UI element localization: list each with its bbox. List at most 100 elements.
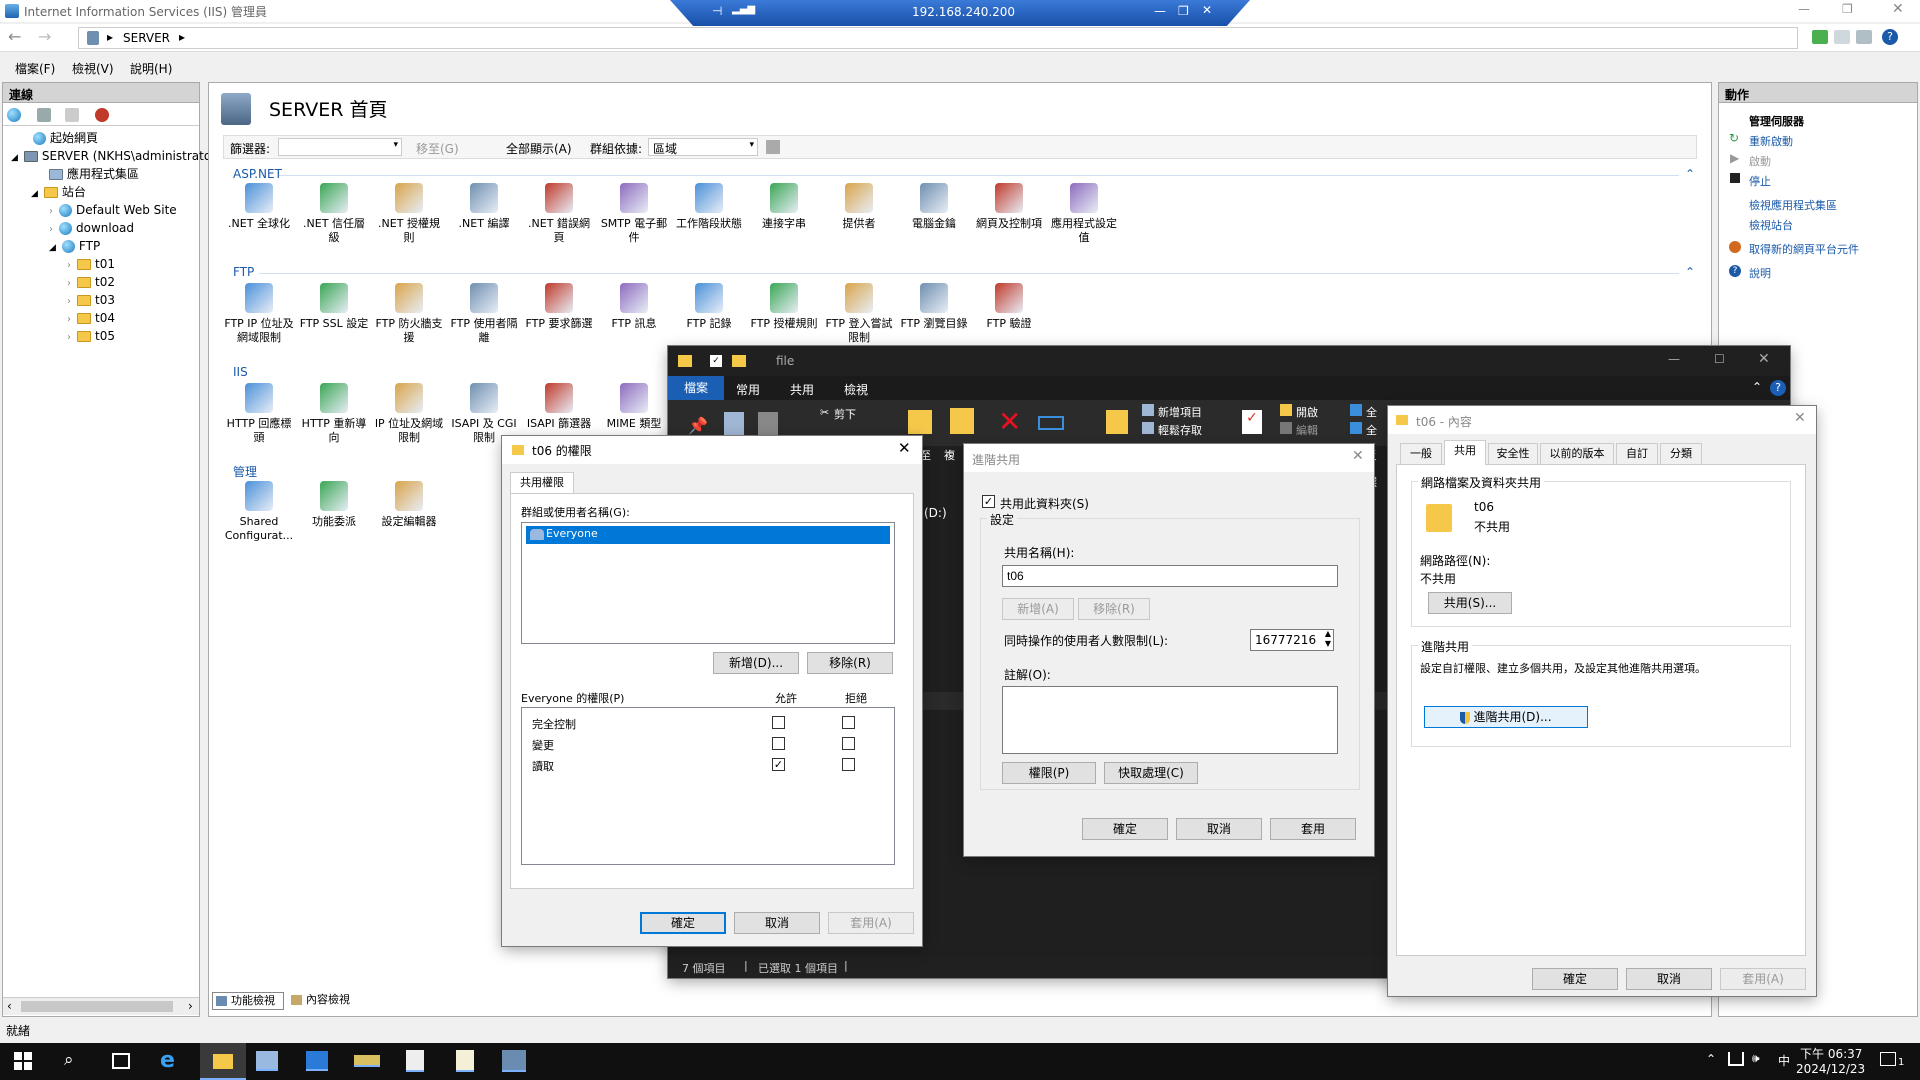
dropdown-arrow-icon[interactable]: ▾	[393, 140, 398, 150]
explorer-minimize[interactable]: —	[1668, 352, 1680, 366]
volume-icon[interactable]: 🕪	[1752, 1051, 1760, 1066]
rdp-minimize-button[interactable]: —	[1154, 4, 1166, 18]
feature-item[interactable]: HTTP 重新導向	[298, 383, 370, 445]
address-field[interactable]: ▸ SERVER ▸	[78, 27, 1798, 49]
notification-icon[interactable]	[1880, 1052, 1896, 1066]
feature-item[interactable]: SMTP 電子郵件	[598, 183, 670, 245]
perm-deny-checkbox[interactable]	[842, 716, 855, 729]
expand-icon[interactable]: ›	[67, 296, 71, 307]
comment-textarea[interactable]	[1002, 686, 1338, 754]
props-ok-button[interactable]: 確定	[1532, 968, 1618, 990]
menu-help[interactable]: 說明(H)	[130, 60, 172, 77]
perm-allow-checkbox[interactable]: ✓	[772, 758, 785, 771]
pin-icon[interactable]: 📌	[688, 416, 708, 435]
feature-item[interactable]: 網頁及控制項	[973, 183, 1045, 231]
feature-item[interactable]: FTP 登入嘗試限制	[823, 283, 895, 345]
feature-item[interactable]: IP 位址及網域限制	[373, 383, 445, 445]
feature-item[interactable]: 提供者	[823, 183, 895, 231]
share-folder-label[interactable]: 共用此資料夾(S)	[1000, 495, 1089, 512]
rdp-close-button[interactable]: ✕	[1202, 3, 1212, 17]
props-cancel-button[interactable]: 取消	[1626, 968, 1712, 990]
ribbon-collapse-icon[interactable]: ⌃	[1752, 380, 1762, 394]
explorer-taskbar-icon[interactable]	[200, 1043, 246, 1080]
menu-file[interactable]: 檔案(F)	[15, 60, 55, 77]
limit-stepper[interactable]: 16777216 ▲ ▼	[1250, 629, 1334, 651]
tree-ftp[interactable]: ◢ FTP	[49, 237, 100, 255]
scroll-right-icon[interactable]: ›	[188, 999, 193, 1013]
perm-close-button[interactable]: ✕	[898, 439, 911, 457]
ribbon-new-item[interactable]: 新增項目	[1158, 404, 1202, 420]
feature-item[interactable]: FTP 瀏覽目錄	[898, 283, 970, 331]
feature-item[interactable]: FTP SSL 設定	[298, 283, 370, 331]
share-folder-checkbox[interactable]: ✓	[982, 495, 995, 508]
rdp-restore-button[interactable]: ❐	[1178, 4, 1189, 18]
advanced-sharing-button[interactable]: 進階共用(D)...	[1424, 706, 1588, 728]
network-icon[interactable]	[1728, 1052, 1744, 1066]
tray-chevron-icon[interactable]: ⌃	[1706, 1052, 1716, 1066]
help-icon[interactable]: ?	[1770, 380, 1786, 396]
scroll-left-icon[interactable]: ‹	[7, 999, 12, 1013]
tree-sites[interactable]: ◢ 站台	[31, 183, 86, 201]
feature-item[interactable]: FTP 記錄	[673, 283, 745, 331]
drive-icon[interactable]	[354, 1055, 380, 1067]
goto-button[interactable]: 移至(G)	[416, 140, 459, 157]
move-to-icon[interactable]	[908, 410, 932, 434]
clock-date[interactable]: 2024/12/23	[1796, 1062, 1865, 1076]
adv-apply-button[interactable]: 套用	[1270, 818, 1356, 840]
iis-taskbar-icon[interactable]	[502, 1050, 526, 1072]
ime-indicator[interactable]: 中	[1778, 1052, 1790, 1069]
toolbar-green-icon[interactable]	[1812, 30, 1828, 44]
user-manager-icon[interactable]	[306, 1051, 328, 1071]
feature-item[interactable]: Shared Configurat...	[223, 481, 295, 543]
limit-value[interactable]: 16777216	[1255, 633, 1316, 647]
expand-icon[interactable]: ›	[67, 278, 71, 289]
perm-allow-checkbox[interactable]	[772, 737, 785, 750]
props-tab[interactable]: 安全性	[1488, 443, 1538, 464]
feature-item[interactable]: 工作階段狀態	[673, 183, 745, 231]
feature-item[interactable]: 連接字串	[748, 183, 820, 231]
adv-ok-button[interactable]: 確定	[1082, 818, 1168, 840]
toolbar-mail-icon[interactable]	[1834, 30, 1850, 44]
tree-server[interactable]: ◢ SERVER (NKHS\administrator	[11, 147, 216, 165]
scroll-thumb[interactable]	[21, 1001, 173, 1012]
feature-item[interactable]: 設定編輯器	[373, 481, 445, 529]
feature-item[interactable]: .NET 全球化	[223, 183, 295, 231]
notepad-icon[interactable]	[406, 1050, 424, 1072]
ribbon-select-all[interactable]: 全	[1366, 404, 1377, 420]
start-button[interactable]	[14, 1052, 32, 1070]
feature-item[interactable]: .NET 授權規則	[373, 183, 445, 245]
minimize-button[interactable]: —	[1798, 2, 1810, 16]
tree-start-page[interactable]: 起始網頁	[33, 129, 98, 147]
ribbon-copy-label[interactable]: 複	[944, 447, 955, 463]
feature-item[interactable]: FTP 驗證	[973, 283, 1045, 331]
tab-share-permissions[interactable]: 共用權限	[510, 472, 574, 494]
feature-item[interactable]: FTP 使用者隔離	[448, 283, 520, 345]
perm-deny-checkbox[interactable]	[842, 758, 855, 771]
close-button[interactable]: ✕	[1892, 1, 1904, 17]
search-icon[interactable]: ⌕	[64, 1050, 74, 1070]
expand-icon[interactable]: ›	[49, 206, 53, 217]
save-icon[interactable]	[37, 108, 51, 122]
delete-icon[interactable]: ✕	[998, 408, 1021, 436]
feature-item[interactable]: FTP 要求篩選	[523, 283, 595, 331]
ribbon-open[interactable]: 開啟	[1296, 404, 1318, 420]
action-help[interactable]: 說明	[1749, 265, 1771, 281]
drive-label[interactable]: (D:)	[924, 506, 947, 520]
feature-item[interactable]: FTP 授權規則	[748, 283, 820, 331]
perm-add-button[interactable]: 新增(D)...	[713, 652, 799, 674]
tree-folder-t02[interactable]: › t02	[67, 273, 115, 291]
tab-share[interactable]: 共用	[790, 381, 814, 398]
paste-icon[interactable]	[758, 412, 778, 436]
server-manager-icon[interactable]	[256, 1051, 278, 1071]
share-name-input[interactable]	[1002, 565, 1338, 587]
ribbon-easy-access[interactable]: 輕鬆存取	[1158, 422, 1202, 438]
adv-caching-button[interactable]: 快取處理(C)	[1104, 762, 1198, 784]
tab-file[interactable]: 檔案	[668, 376, 724, 400]
collapse-section-icon[interactable]: ⌃	[1685, 167, 1695, 181]
props-apply-button[interactable]: 套用(A)	[1720, 968, 1806, 990]
props-tab[interactable]: 自訂	[1616, 443, 1658, 464]
feature-item[interactable]: FTP 防火牆支援	[373, 283, 445, 345]
check-icon[interactable]: ✓	[710, 355, 722, 367]
menu-view[interactable]: 檢視(V)	[72, 60, 114, 77]
feature-item[interactable]: MIME 類型	[598, 383, 670, 431]
